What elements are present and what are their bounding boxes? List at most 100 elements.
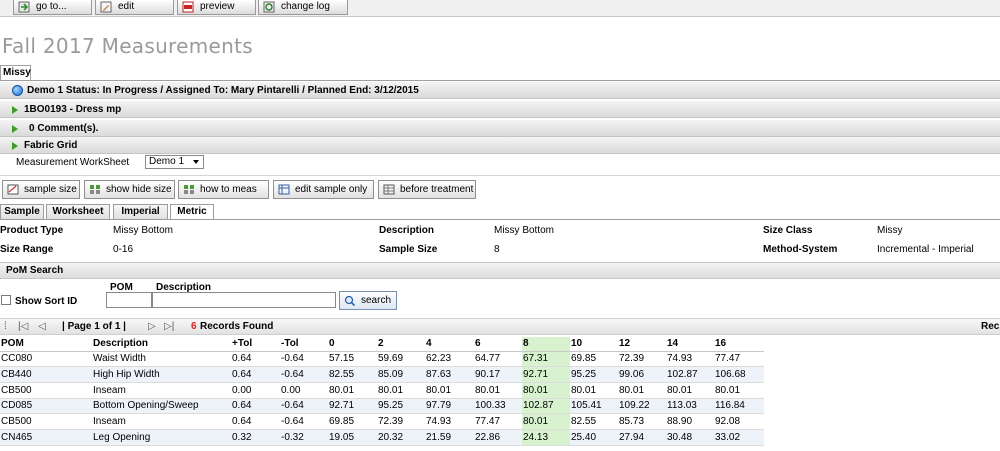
value-cell: 80.01 <box>474 382 522 399</box>
column-header[interactable]: +Tol <box>231 337 280 352</box>
value-cell: 116.84 <box>714 398 764 415</box>
pom-search-input[interactable] <box>106 292 152 308</box>
drag-handle-icon: ⁞ <box>4 321 7 332</box>
value-cell: 80.01 <box>570 382 618 399</box>
worksheet-selected: Demo 1 <box>149 156 185 167</box>
value-cell: 0.64 <box>231 351 280 368</box>
column-header[interactable]: 2 <box>377 337 425 352</box>
column-header[interactable]: 4 <box>425 337 474 352</box>
column-header[interactable]: Description <box>92 337 231 352</box>
first-page-icon[interactable]: |◁ <box>18 319 28 335</box>
goto-icon <box>18 1 30 13</box>
edit-button[interactable]: edit <box>95 0 174 15</box>
value-cell: 0.64 <box>231 366 280 383</box>
pom-cell: CD085 <box>0 398 92 415</box>
value-cell: 72.39 <box>377 413 425 430</box>
prev-page-icon[interactable]: ◁ <box>38 319 46 335</box>
column-header[interactable]: -Tol <box>280 337 328 352</box>
description-cell: Waist Width <box>92 351 231 368</box>
change-log-icon <box>263 1 275 13</box>
tab-imperial[interactable]: Imperial <box>113 204 168 219</box>
value-cell: 62.23 <box>425 351 474 368</box>
product-type-value: Missy Bottom <box>113 225 174 236</box>
edit-icon <box>100 1 112 13</box>
tab-divider <box>0 80 1000 81</box>
page-title: Fall 2017 Measurements <box>2 34 253 58</box>
value-cell: 69.85 <box>570 351 618 368</box>
column-header[interactable]: POM <box>0 337 92 352</box>
table-row[interactable]: CN465 Leg Opening 0.32 -0.32 19.05 20.32 21.59… <box>0 429 764 446</box>
search-label: search <box>361 295 392 306</box>
divider <box>0 175 1000 176</box>
next-page-icon[interactable]: ▷ <box>148 319 156 335</box>
tab-metric[interactable]: Metric <box>170 204 214 220</box>
value-cell: 27.94 <box>618 429 666 446</box>
edit-label: edit <box>118 1 135 12</box>
value-cell: 57.15 <box>328 351 377 368</box>
value-cell: 0.64 <box>231 398 280 415</box>
goto-button[interactable]: go to... <box>13 0 92 15</box>
description-cell: Inseam <box>92 382 231 399</box>
value-cell: 80.01 <box>328 382 377 399</box>
description-search-input[interactable] <box>152 292 336 308</box>
value-cell: 102.87 <box>666 366 714 383</box>
search-button[interactable]: search <box>339 291 397 310</box>
top-toolbar: go to... edit preview change log <box>0 0 1000 17</box>
value-cell: 24.13 <box>522 429 570 446</box>
column-header[interactable]: 0 <box>328 337 377 352</box>
how-to-meas-button[interactable]: how to meas <box>178 180 269 199</box>
description-cell: Inseam <box>92 413 231 430</box>
value-cell: 85.73 <box>618 413 666 430</box>
value-cell: 0.32 <box>231 429 280 446</box>
sample-size-button[interactable]: sample size <box>2 180 80 199</box>
value-cell: 109.22 <box>618 398 666 415</box>
last-page-icon[interactable]: ▷| <box>164 319 174 335</box>
value-cell: 77.47 <box>474 413 522 430</box>
fabric-grid-bar[interactable]: Fabric Grid <box>0 137 1000 154</box>
show-hide-size-button[interactable]: show hide size <box>84 180 175 199</box>
column-header[interactable]: 16 <box>714 337 764 352</box>
tab-missy[interactable]: Missy <box>0 65 31 80</box>
table-row[interactable]: CC080 Waist Width 0.64 -0.64 57.15 59.69 62.23… <box>0 351 764 368</box>
table-row[interactable]: CB440 High Hip Width 0.64 -0.64 82.55 85.09 87… <box>0 366 764 383</box>
demo-status-bar[interactable]: Demo 1 Status: In Progress / Assigned To… <box>0 82 1000 99</box>
change-log-button[interactable]: change log <box>258 0 348 15</box>
pom-search-bar[interactable]: PoM Search <box>0 262 1000 279</box>
value-cell: 80.01 <box>618 382 666 399</box>
tab-worksheet[interactable]: Worksheet <box>46 204 110 219</box>
column-header[interactable]: 12 <box>618 337 666 352</box>
value-cell: 92.71 <box>328 398 377 415</box>
pom-cell: CB440 <box>0 366 92 383</box>
table-row[interactable]: CD085 Bottom Opening/Sweep 0.64 -0.64 92.71 9… <box>0 398 764 415</box>
table-edit-icon <box>278 184 290 195</box>
column-header-sample[interactable]: 8 <box>522 337 570 352</box>
comments-section-bar[interactable]: 0 Comment(s). <box>0 120 1000 137</box>
grid-icon <box>90 185 100 194</box>
sample-size-info-label: Sample Size <box>379 244 438 255</box>
value-cell: 106.68 <box>714 366 764 383</box>
worksheet-select[interactable]: Demo 1 <box>145 155 204 169</box>
column-header[interactable]: 6 <box>474 337 522 352</box>
value-cell: 82.55 <box>570 413 618 430</box>
column-header[interactable]: 10 <box>570 337 618 352</box>
preview-button[interactable]: preview <box>177 0 256 15</box>
records-count: 6 <box>191 321 197 332</box>
value-cell: 99.06 <box>618 366 666 383</box>
table-row[interactable]: CB500 Inseam 0.00 0.00 80.01 80.01 80.01 80.01 8… <box>0 382 764 399</box>
pom-cell: CN465 <box>0 429 92 446</box>
value-cell: 80.01 <box>377 382 425 399</box>
table-icon <box>383 184 395 195</box>
edit-sample-only-button[interactable]: edit sample only <box>273 180 374 199</box>
demo-status-text: Demo 1 Status: In Progress / Assigned To… <box>27 85 419 96</box>
style-section-bar[interactable]: 1BO0193 - Dress mp <box>0 101 1000 118</box>
expand-arrow-icon <box>12 125 18 133</box>
chevron-down-icon <box>193 160 199 164</box>
tab-sample[interactable]: Sample <box>0 204 44 219</box>
show-sort-id-checkbox[interactable] <box>1 295 11 305</box>
table-row[interactable]: CB500 Inseam 0.64 -0.64 69.85 72.39 74.93 77.47… <box>0 413 764 430</box>
before-treatment-button[interactable]: before treatment <box>378 180 476 199</box>
value-cell: 77.47 <box>714 351 764 368</box>
value-cell: 69.85 <box>328 413 377 430</box>
value-cell: 25.40 <box>570 429 618 446</box>
column-header[interactable]: 14 <box>666 337 714 352</box>
